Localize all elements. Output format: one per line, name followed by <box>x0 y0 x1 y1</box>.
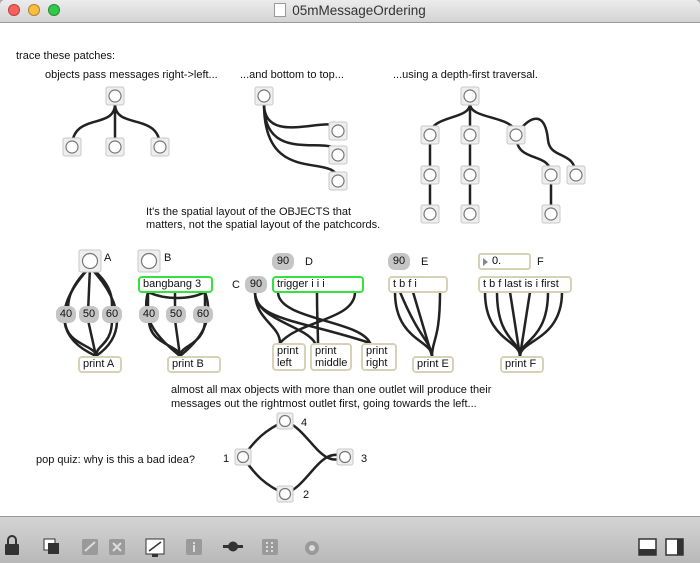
number-box-d[interactable]: 90 <box>272 253 294 270</box>
presentation-icon[interactable] <box>43 538 59 554</box>
print-middle-line1: print <box>315 345 337 357</box>
title-bar: 05mMessageOrdering <box>0 0 700 23</box>
label-quiz-2: 2 <box>303 489 310 501</box>
split-view-icon[interactable] <box>638 538 657 556</box>
print-middle-line2: middle <box>315 357 348 369</box>
comment-depth-first: ...using a depth-first traversal. <box>393 69 538 81</box>
number-box-c[interactable]: 90 <box>245 276 267 293</box>
comment-trace: trace these patches: <box>16 50 116 62</box>
label-quiz-3: 3 <box>361 453 368 465</box>
number-box-e[interactable]: 90 <box>388 253 410 270</box>
label-quiz-1: 1 <box>223 453 230 465</box>
clue-icon[interactable] <box>305 541 319 555</box>
t-b-f-i-object[interactable]: t b f i <box>388 276 448 293</box>
patchcord-icon[interactable] <box>82 539 98 555</box>
print-b-object[interactable]: print B <box>167 356 221 373</box>
connect-icon[interactable] <box>223 541 243 552</box>
t-b-f-last-is-i-first-object[interactable]: t b f last is i first <box>478 276 572 293</box>
print-right-line2: right <box>366 357 388 369</box>
patcher-canvas[interactable]: trace these patches: objects pass messag… <box>0 23 700 516</box>
window-title-text: 05mMessageOrdering <box>292 3 426 18</box>
grid-icon[interactable] <box>262 539 278 555</box>
label-b: B <box>164 252 172 264</box>
toolbar-icons <box>5 535 684 557</box>
print-right-object[interactable]: print right <box>361 343 397 371</box>
comment-spatial-line2: matters, not the spatial layout of the p… <box>146 219 381 231</box>
print-left-line1: print <box>277 345 299 357</box>
label-quiz-4: 4 <box>301 417 308 429</box>
print-middle-object[interactable]: print middle <box>310 343 352 371</box>
label-e: E <box>421 256 429 268</box>
message-50-a[interactable]: 50 <box>79 306 99 323</box>
print-e-object[interactable]: print E <box>412 356 454 373</box>
print-a-object[interactable]: print A <box>78 356 122 373</box>
document-icon <box>274 3 287 17</box>
float-box-f[interactable]: 0. <box>478 253 531 270</box>
label-f: F <box>537 256 544 268</box>
message-50-b[interactable]: 50 <box>166 306 186 323</box>
message-60-a[interactable]: 60 <box>102 306 122 323</box>
message-40-b[interactable]: 40 <box>139 306 159 323</box>
lock-icon[interactable] <box>5 535 19 555</box>
window-title: 05mMessageOrdering <box>0 3 700 18</box>
label-c: C <box>232 279 240 291</box>
comment-bottom-to-top: ...and bottom to top... <box>240 69 344 81</box>
patcher-window: 05mMessageOrdering trace these patches: … <box>0 0 700 563</box>
label-d: D <box>305 256 313 268</box>
trigger-object[interactable]: trigger i i i <box>272 276 364 293</box>
bangbang-object[interactable]: bangbang 3 <box>138 276 213 293</box>
inspector-icon[interactable] <box>145 538 165 557</box>
print-left-line2: left <box>277 357 292 369</box>
print-f-object[interactable]: print F <box>500 356 544 373</box>
message-40-a[interactable]: 40 <box>56 306 76 323</box>
message-60-b[interactable]: 60 <box>193 306 213 323</box>
delete-icon[interactable] <box>109 539 125 555</box>
label-a: A <box>104 252 112 264</box>
print-right-line1: print <box>366 345 388 357</box>
comment-pop-quiz: pop quiz: why is this a bad idea? <box>36 454 195 466</box>
comment-almost-line2: messages out the rightmost outlet first,… <box>171 398 477 410</box>
patchcords-layer <box>62 86 586 503</box>
comment-spatial-line1: It's the spatial layout of the OBJECTS t… <box>146 206 352 218</box>
info-icon[interactable] <box>186 539 202 555</box>
comment-right-to-left: objects pass messages right->left... <box>45 69 218 81</box>
comment-almost-line1: almost all max objects with more than on… <box>171 384 492 396</box>
sidebar-icon[interactable] <box>665 538 684 556</box>
print-left-object[interactable]: print left <box>272 343 306 371</box>
